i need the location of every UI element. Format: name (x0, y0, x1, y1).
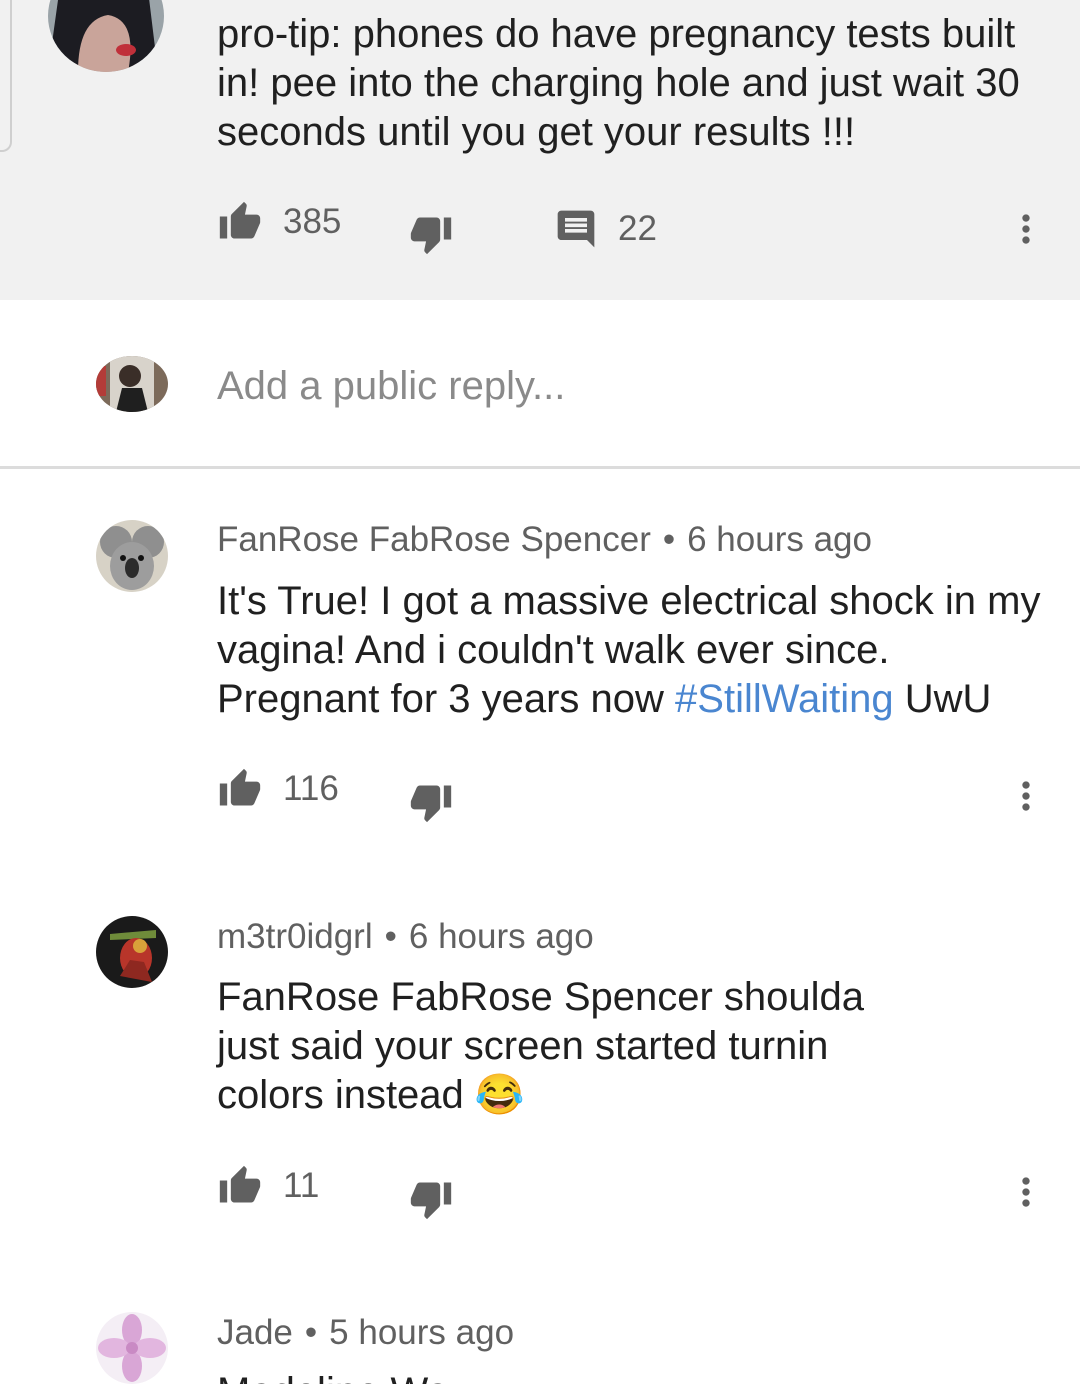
timestamp: 5 hours ago (329, 1313, 515, 1352)
comment-meta: m3tr0idgrl • 6 hours ago (217, 917, 594, 956)
comment-icon (557, 210, 595, 248)
comment-text: pro-tip: phones do have pregnancy tests … (217, 12, 1020, 154)
avatar (96, 356, 168, 412)
thumbs-up-icon (219, 1165, 261, 1203)
thumbs-up-icon (219, 768, 261, 806)
timestamp: 6 hours ago (687, 520, 872, 559)
author-name[interactable]: Jade (217, 1313, 293, 1352)
avatar[interactable] (48, 0, 164, 72)
avatar[interactable] (96, 916, 168, 988)
reply-box: Add a public reply... (0, 300, 1080, 468)
dislike-button[interactable] (408, 212, 454, 256)
author-name[interactable]: FanRose FabRose Spencer (217, 520, 651, 559)
avatar[interactable] (96, 1312, 168, 1384)
timestamp: 6 hours ago (408, 917, 594, 956)
like-button[interactable]: 385 (217, 200, 341, 244)
thumbs-up-icon (219, 201, 261, 239)
thumbs-down-icon (410, 217, 452, 255)
more-options-button[interactable] (1004, 206, 1048, 252)
hashtag-link[interactable]: #StillWaiting (675, 677, 894, 721)
more-vert-icon (1022, 781, 1030, 811)
more-options-button[interactable] (1004, 773, 1048, 819)
comments-thread: pro-tip: phones do have pregnancy tests … (0, 0, 1080, 1384)
reply-count: 22 (618, 209, 657, 248)
laughing-emoji: 😂 (474, 1073, 525, 1117)
author-name[interactable]: m3tr0idgrl (217, 917, 373, 956)
avatar[interactable] (96, 520, 168, 592)
dislike-button[interactable] (408, 780, 454, 824)
reply-input[interactable]: Add a public reply... (217, 363, 565, 409)
more-vert-icon (1022, 214, 1030, 244)
more-vert-icon (1022, 1177, 1030, 1207)
more-options-button[interactable] (1004, 1169, 1048, 1215)
like-button[interactable]: 116 (217, 767, 339, 811)
reply-count-button[interactable]: 22 (554, 206, 657, 252)
comment-text-clipped: Madeline Wa... (217, 1368, 817, 1384)
comment-meta: FanRose FabRose Spencer • 6 hours ago (217, 520, 872, 559)
like-button[interactable]: 11 (217, 1164, 319, 1208)
comment-text: FanRose FabRose Spencer shoulda just sai… (217, 975, 865, 1117)
thumbs-down-icon (410, 785, 452, 823)
comment-meta: Jade • 5 hours ago (217, 1313, 515, 1352)
comment-text: It's True! I got a massive electrical sh… (217, 579, 1041, 721)
dislike-button[interactable] (408, 1177, 454, 1221)
like-count: 385 (283, 202, 342, 241)
like-count: 116 (283, 769, 339, 808)
like-count: 11 (283, 1166, 320, 1205)
thumbs-down-icon (410, 1182, 452, 1220)
thread-edge (0, 0, 12, 152)
highlighted-comment: pro-tip: phones do have pregnancy tests … (0, 0, 1080, 300)
divider (0, 466, 1080, 469)
